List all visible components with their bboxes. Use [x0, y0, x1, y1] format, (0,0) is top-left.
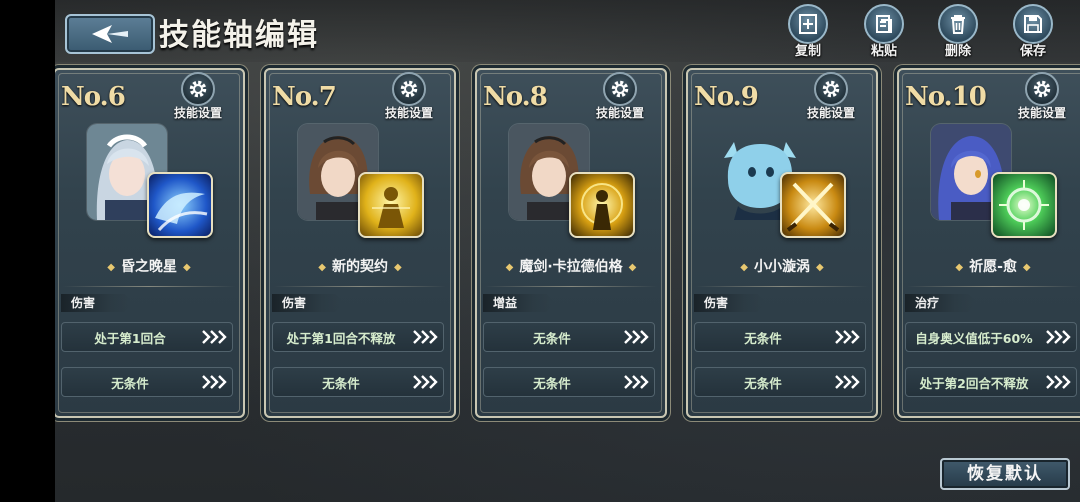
skill-settings-label: 技能设置	[806, 106, 855, 120]
paste-button[interactable]: 粘贴	[856, 4, 912, 60]
card-number: No.8	[483, 82, 548, 112]
skill-type-tag: 伤害	[272, 294, 344, 312]
condition-2-selector[interactable]: 无条件	[272, 367, 444, 397]
triple-chevron-icon	[831, 375, 865, 389]
card-number: No.9	[694, 82, 759, 112]
gear-icon	[1033, 80, 1051, 98]
card-number: No.6	[61, 82, 126, 112]
condition-2-selector[interactable]: 无条件	[61, 367, 233, 397]
skill-settings-button[interactable]: 技能设置	[163, 72, 233, 122]
skill-card-8[interactable]: No.8 技能设置 ◆ 魔剑·卡拉德伯格 ◆ 增益 无条件 无条件	[475, 68, 667, 418]
skill-card-6[interactable]: No.6 技能设置 ◆ 昏之晚星 ◆ 伤害 处于第1回合 无条件	[55, 68, 245, 418]
crossed-swords-icon	[780, 172, 846, 238]
delete-label: 删除	[944, 44, 971, 59]
skill-type-tag: 增益	[483, 294, 555, 312]
condition-2-selector[interactable]: 无条件	[694, 367, 866, 397]
triple-chevron-icon	[1042, 330, 1076, 344]
triple-chevron-icon	[198, 375, 232, 389]
skill-settings-label: 技能设置	[595, 106, 644, 120]
card-number: No.7	[272, 82, 337, 112]
back-button[interactable]	[65, 14, 155, 54]
game-stage: 技能轴编辑 复制 粘贴 删除 保存 No.6 技能设置 ◆ 昏之晚星 ◆ 伤害 …	[55, 0, 1080, 502]
triple-chevron-icon	[1042, 375, 1076, 389]
paste-icon	[876, 15, 892, 33]
page-title: 技能轴编辑	[159, 18, 319, 53]
trash-icon	[951, 15, 965, 34]
condition-1-selector[interactable]: 自身奥义值低于60%	[905, 322, 1077, 352]
copy-icon	[799, 14, 817, 34]
triple-chevron-icon	[409, 330, 443, 344]
skill-type-tag: 伤害	[694, 294, 766, 312]
gear-icon	[189, 80, 207, 98]
save-icon	[1024, 15, 1042, 33]
skill-settings-label: 技能设置	[1017, 106, 1066, 120]
golden-aura-icon	[569, 172, 635, 238]
gear-icon	[822, 80, 840, 98]
skill-card-9[interactable]: No.9 技能设置 ◆ 小小漩涡 ◆ 伤害 无条件 无条件	[686, 68, 878, 418]
triple-chevron-icon	[198, 330, 232, 344]
restore-default-button[interactable]: 恢复默认	[940, 458, 1070, 490]
triple-chevron-icon	[409, 375, 443, 389]
copy-label: 复制	[794, 44, 821, 59]
skill-type-tag: 伤害	[61, 294, 133, 312]
condition-1-selector[interactable]: 处于第1回合不释放	[272, 322, 444, 352]
condition-1-selector[interactable]: 无条件	[483, 322, 655, 352]
gear-icon	[400, 80, 418, 98]
skill-card-10[interactable]: No.10 技能设置 ◆ 祈愿-愈 ◆ 治疗 自身奥义值低于60% 处于第2回合…	[897, 68, 1080, 418]
card-number: No.10	[905, 82, 987, 112]
condition-1-selector[interactable]: 处于第1回合	[61, 322, 233, 352]
triple-chevron-icon	[620, 330, 654, 344]
paste-label: 粘贴	[870, 44, 897, 59]
skill-settings-button[interactable]: 技能设置	[374, 72, 444, 122]
skill-name: ◆ 小小漩涡 ◆	[740, 259, 824, 275]
skill-name: ◆ 昏之晚星 ◆	[107, 259, 191, 275]
condition-1-selector[interactable]: 无条件	[694, 322, 866, 352]
save-label: 保存	[1019, 44, 1046, 59]
gear-icon	[611, 80, 629, 98]
skill-name: ◆ 魔剑·卡拉德伯格 ◆	[505, 259, 637, 275]
skill-type-tag: 治疗	[905, 294, 977, 312]
skill-name: ◆ 祈愿-愈 ◆	[955, 259, 1031, 275]
copy-button[interactable]: 复制	[780, 4, 836, 60]
skill-settings-label: 技能设置	[384, 106, 433, 120]
skill-card-7[interactable]: No.7 技能设置 ◆ 新的契约 ◆ 伤害 处于第1回合不释放 无条件	[264, 68, 456, 418]
back-arrow-icon	[92, 25, 128, 43]
save-button[interactable]: 保存	[1005, 4, 1061, 60]
blue-wave-icon	[147, 172, 213, 238]
condition-2-selector[interactable]: 无条件	[483, 367, 655, 397]
green-orb-icon	[991, 172, 1057, 238]
golden-figure-icon	[358, 172, 424, 238]
skill-settings-label: 技能设置	[173, 106, 222, 120]
triple-chevron-icon	[620, 375, 654, 389]
skill-settings-button[interactable]: 技能设置	[585, 72, 655, 122]
skill-settings-button[interactable]: 技能设置	[1007, 72, 1077, 122]
delete-button[interactable]: 删除	[930, 4, 986, 60]
condition-2-selector[interactable]: 处于第2回合不释放	[905, 367, 1077, 397]
skill-settings-button[interactable]: 技能设置	[796, 72, 866, 122]
triple-chevron-icon	[831, 330, 865, 344]
skill-name: ◆ 新的契约 ◆	[318, 259, 402, 275]
